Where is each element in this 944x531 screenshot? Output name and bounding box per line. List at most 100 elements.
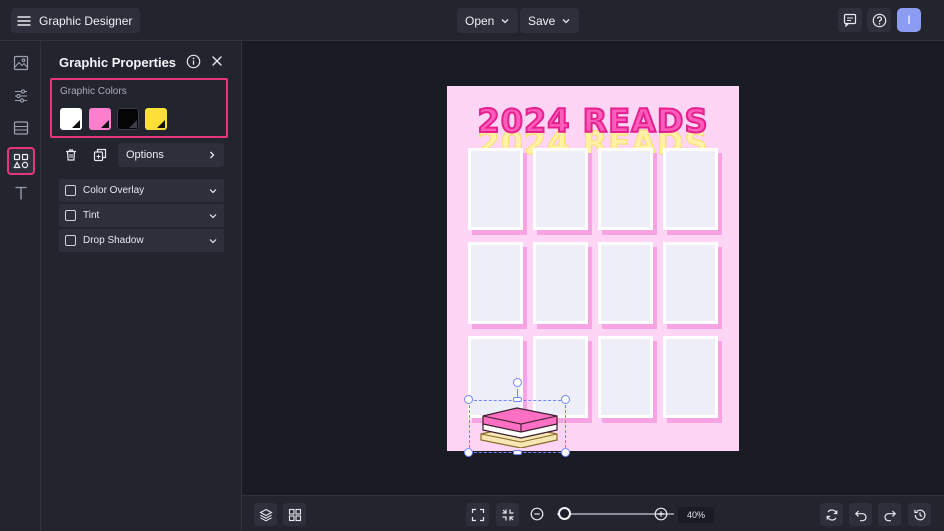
hamburger-icon — [17, 15, 31, 27]
rotate-handle[interactable] — [513, 378, 522, 387]
book-placeholder[interactable] — [533, 148, 588, 230]
grid-button[interactable] — [283, 503, 306, 526]
minus-circle-icon — [530, 507, 544, 521]
shapes-icon — [13, 153, 29, 169]
image-icon — [13, 55, 29, 71]
sliders-icon — [13, 88, 29, 104]
zoom-level[interactable]: 40% — [678, 507, 714, 523]
resize-handle[interactable] — [561, 395, 570, 404]
accordion-label: Color Overlay — [83, 185, 145, 196]
book-placeholder[interactable] — [533, 242, 588, 324]
duplicate-button[interactable] — [88, 143, 112, 167]
color-swatch-pink[interactable] — [89, 108, 111, 130]
artboard[interactable]: 2024 READS 2024 READS — [447, 86, 739, 451]
swatch-corner-icon — [101, 120, 109, 128]
book-placeholder[interactable] — [468, 148, 523, 230]
accordion-color-overlay[interactable]: Color Overlay — [59, 179, 224, 202]
avatar-initial: I — [907, 13, 911, 27]
graphic-colors-section: Graphic Colors — [50, 78, 228, 138]
zoom-in-button[interactable] — [654, 507, 668, 521]
book-placeholder[interactable] — [468, 242, 523, 324]
rail-item-graphics[interactable] — [7, 147, 35, 175]
shrink-button[interactable] — [496, 503, 519, 526]
book-placeholder[interactable] — [663, 336, 718, 418]
tool-rail — [0, 41, 41, 531]
save-button[interactable]: Save — [520, 8, 580, 33]
book-placeholder[interactable] — [663, 148, 718, 230]
chevron-down-icon — [208, 186, 218, 196]
zoom-slider-thumb[interactable] — [558, 507, 572, 520]
swatch-corner-icon — [157, 120, 165, 128]
chevron-right-icon — [208, 150, 216, 160]
rail-item-images[interactable] — [9, 51, 33, 75]
history-button[interactable] — [908, 503, 931, 526]
color-swatch-white[interactable] — [60, 108, 82, 130]
fit-to-screen-button[interactable] — [466, 503, 489, 526]
accordion-label: Tint — [83, 210, 100, 221]
color-swatch-yellow[interactable] — [145, 108, 167, 130]
resize-handle[interactable] — [561, 448, 570, 457]
plus-circle-icon — [654, 507, 668, 521]
rail-item-adjust[interactable] — [9, 84, 33, 108]
open-button[interactable]: Open — [457, 8, 519, 33]
duplicate-icon — [93, 148, 107, 162]
help-icon — [872, 13, 887, 28]
accordion-drop-shadow[interactable]: Drop Shadow — [59, 229, 224, 252]
undo-icon — [854, 508, 868, 522]
color-overlay-checkbox[interactable] — [65, 185, 76, 196]
redo-icon — [883, 508, 897, 522]
book-placeholder[interactable] — [598, 242, 653, 324]
history-icon — [913, 508, 927, 522]
chevron-down-icon — [500, 16, 510, 26]
swatch-corner-icon — [72, 120, 80, 128]
accordion-tint[interactable]: Tint — [59, 204, 224, 227]
expand-icon — [471, 508, 485, 522]
book-placeholder[interactable] — [663, 242, 718, 324]
reset-button[interactable] — [820, 503, 843, 526]
headline-text[interactable]: 2024 READS — [447, 101, 739, 141]
app-menu-button[interactable]: Graphic Designer — [11, 8, 141, 33]
resize-handle[interactable] — [464, 395, 473, 404]
redo-button[interactable] — [878, 503, 901, 526]
help-button[interactable] — [867, 8, 891, 32]
open-label: Open — [465, 13, 495, 28]
layers-icon — [258, 508, 273, 522]
grid-icon — [288, 508, 302, 522]
options-label: Options — [126, 149, 164, 161]
resize-handle[interactable] — [513, 397, 522, 402]
graphic-properties-panel: Graphic Properties Graphic Colors Option… — [41, 41, 242, 531]
resize-handle[interactable] — [513, 450, 522, 455]
close-icon — [210, 54, 224, 68]
rail-item-text[interactable] — [9, 181, 33, 205]
comment-icon — [843, 13, 857, 27]
refresh-icon — [825, 508, 839, 522]
trash-icon — [64, 148, 78, 162]
resize-handle[interactable] — [464, 448, 473, 457]
color-swatch-black[interactable] — [117, 108, 139, 130]
drop-shadow-checkbox[interactable] — [65, 235, 76, 246]
chevron-down-icon — [208, 236, 218, 246]
selection-box — [469, 400, 566, 453]
close-panel-button[interactable] — [210, 54, 224, 68]
info-button[interactable] — [186, 54, 201, 69]
rail-item-layout[interactable] — [9, 116, 33, 140]
top-bar: Graphic Designer Open Save I — [0, 0, 944, 41]
tint-checkbox[interactable] — [65, 210, 76, 221]
app-title: Graphic Designer — [39, 13, 133, 28]
chevron-down-icon — [561, 16, 571, 26]
avatar[interactable]: I — [897, 8, 921, 32]
book-placeholder[interactable] — [598, 336, 653, 418]
shrink-icon — [501, 508, 515, 522]
save-label: Save — [528, 13, 556, 28]
info-icon — [186, 54, 201, 69]
canvas-stage[interactable]: 2024 READS 2024 READS — [242, 41, 944, 495]
layers-button[interactable] — [254, 503, 277, 526]
book-placeholder[interactable] — [598, 148, 653, 230]
zoom-out-button[interactable] — [530, 507, 544, 521]
options-button[interactable]: Options — [118, 143, 224, 167]
undo-button[interactable] — [849, 503, 872, 526]
panel-title: Graphic Properties — [59, 55, 177, 70]
comments-button[interactable] — [838, 8, 862, 32]
delete-button[interactable] — [59, 143, 83, 167]
text-icon — [13, 185, 29, 201]
